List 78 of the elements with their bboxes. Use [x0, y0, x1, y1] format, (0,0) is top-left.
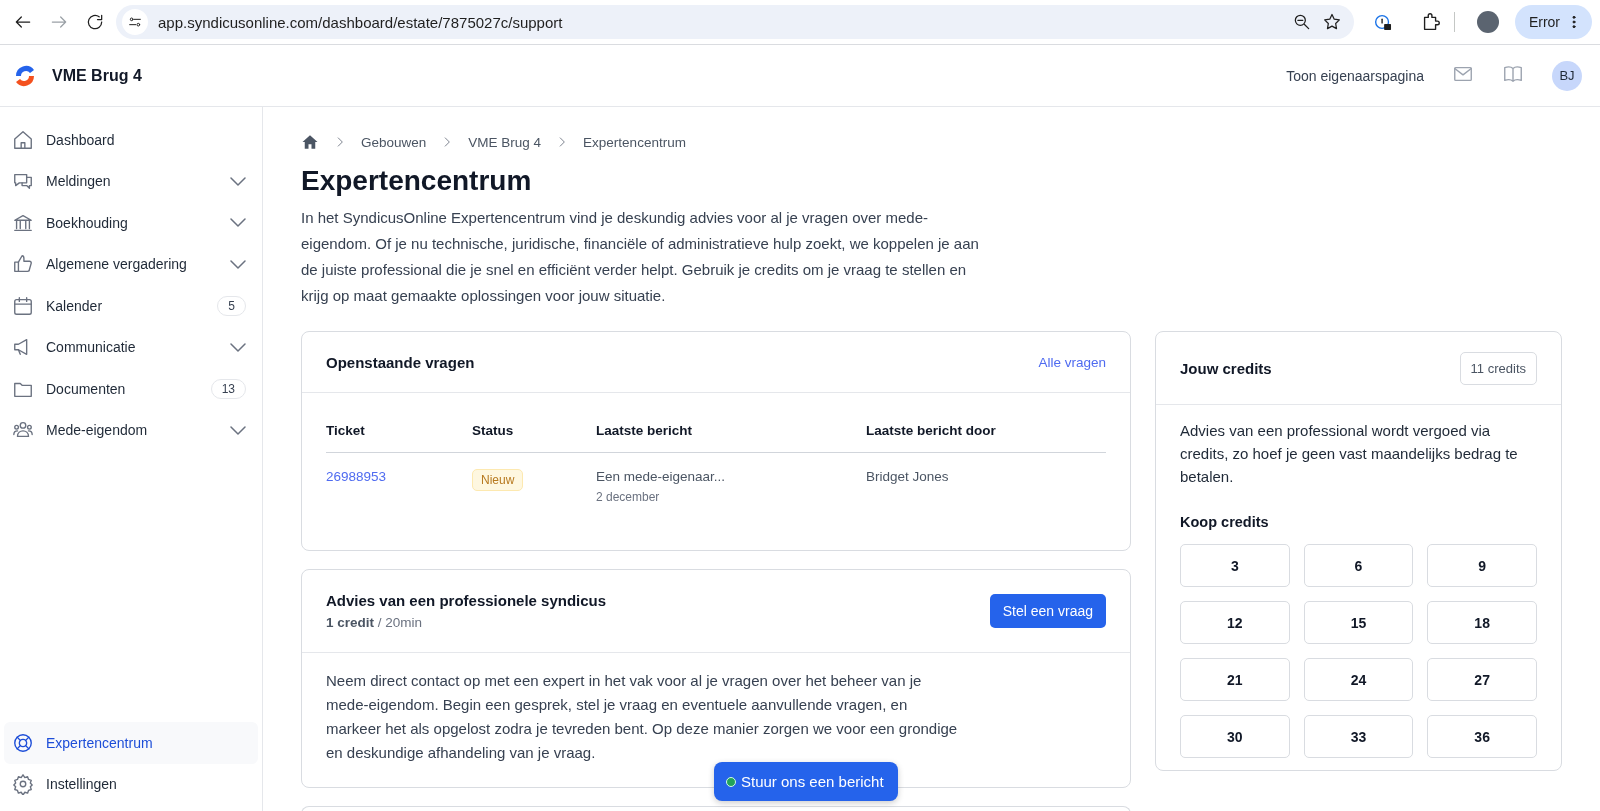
last-message-text: Een mede-eigenaar... [596, 469, 727, 484]
advice-description: Neem direct contact op met een expert in het vak voor al je vragen over het beheer van je mede-eigendom. Begin een gesprek, stel je vraag en eventuele aanvullende vragen, en markeer het als opgelost zodra je tevreden bent. Op deze manier zorgen we voor een grondige en deskundige afhandeling van je vraag. [326, 671, 959, 763]
price-text: 1 credit / 20min [326, 615, 424, 630]
sidebar-label: Meldingen [46, 173, 112, 190]
sidebar-label: Mede-eigendom [46, 422, 149, 439]
site-settings-icon [127, 14, 143, 30]
profile-photo-placeholder[interactable] [1476, 11, 1499, 33]
sidebar-item[interactable]: Algemene vergadering [4, 243, 258, 285]
sidebar-item[interactable]: Boekhouding [4, 202, 258, 244]
owner-page-link[interactable]: Toon eigenaarspagina [1286, 67, 1424, 84]
sidebar-item[interactable]: Documenten 13 [4, 368, 258, 410]
intro-paragraph: In het SyndicusOnline Expertencentrum vind je deskundig advies voor al je vragen over mede-eigendom. Of je nu technische, juridische, financiële of administratieve hulp zoekt, we koppelen je aan de juiste professional die je snel en efficiënt verder helpt. Gebruik je credits om je vraag te stellen en krijg op maat gemaakte oplossingen voor jouw situatie. [301, 208, 980, 306]
home-icon [12, 128, 34, 151]
credit-balance: 11 credits [1459, 351, 1537, 385]
lifebuoy-icon [12, 731, 34, 754]
sidebar-label: Communicatie [46, 339, 137, 356]
gear-icon [12, 773, 34, 796]
breadcrumb-link[interactable]: VME Brug 4 [468, 134, 542, 150]
address-bar[interactable]: app.syndicusonline.com/dashboard/estate/7875027c/support [116, 5, 1354, 39]
sidebar-label: Expertencentrum [46, 734, 154, 751]
page-title: Expertencentrum [301, 165, 533, 197]
sidebar-label: Instellingen [46, 776, 118, 793]
column-header: Laatste bericht door [866, 415, 1106, 453]
url-text: app.syndicusonline.com/dashboard/estate/7875027c/support [158, 13, 564, 31]
credit-option-button[interactable]: 6 [1303, 544, 1414, 587]
ticket-link[interactable]: 26988953 [326, 469, 387, 484]
credit-option-button[interactable]: 3 [1180, 544, 1290, 587]
sidebar-item[interactable]: Expertencentrum [4, 722, 258, 764]
credit-option-button[interactable]: 12 [1180, 601, 1290, 644]
profile-button[interactable]: Error [1514, 5, 1592, 39]
all-questions-link[interactable]: Alle vragen [1038, 354, 1106, 370]
reload-icon [85, 12, 105, 32]
sidebar-label: Boekhouding [46, 214, 129, 231]
star-icon [1321, 12, 1342, 32]
sidebar-label: Documenten [46, 380, 127, 397]
sidebar-item[interactable]: Dashboard [4, 119, 258, 161]
estate-title: VME Brug 4 [52, 66, 143, 85]
card-title: Advies van een professionele syndicus [326, 592, 607, 609]
ask-question-button[interactable]: Stel een vraag [989, 594, 1106, 628]
credit-option-button[interactable]: 24 [1303, 658, 1414, 701]
sidebar-item[interactable]: Mede-eigendom [4, 409, 258, 451]
credit-option-button[interactable]: 33 [1303, 715, 1414, 758]
credit-option-button[interactable]: 18 [1427, 601, 1537, 644]
buy-credits-heading: Koop credits [1180, 514, 1270, 530]
sidebar-item[interactable]: Meldingen [4, 160, 258, 202]
table-cell: Bridget Jones [866, 452, 1106, 520]
user-avatar[interactable]: BJ [1552, 60, 1582, 91]
chevron-down-icon[interactable] [230, 176, 246, 186]
credit-option-button[interactable]: 36 [1427, 715, 1537, 758]
sidebar-item[interactable]: Kalender 5 [4, 285, 258, 327]
online-dot-icon [726, 776, 736, 787]
column-header: Status [472, 415, 596, 453]
card-title: Jouw credits [1180, 359, 1272, 377]
breadcrumb-link[interactable]: Gebouwen [361, 134, 427, 150]
breadcrumb-link[interactable]: Expertencentrum [583, 134, 686, 150]
sidebar-item[interactable]: Communicatie [4, 326, 258, 368]
chevron-down-icon[interactable] [230, 342, 246, 352]
column-header: Ticket [326, 415, 472, 453]
sidebar-label: Kalender [46, 297, 104, 314]
status-badge: Nieuw [472, 469, 524, 491]
credit-option-button[interactable]: 9 [1427, 544, 1537, 587]
sidebar-label: Algemene vergadering [46, 256, 188, 273]
chevron-down-icon[interactable] [230, 218, 246, 228]
sidebar-label: Dashboard [46, 131, 116, 148]
credit-option-button[interactable]: 30 [1180, 715, 1290, 758]
credits-description: Advies van een professional wordt vergoed via credits, zo hoef je geen vast maandelijks bedrag te betalen. [1180, 421, 1519, 487]
credit-option-button[interactable]: 27 [1427, 658, 1537, 701]
credit-option-button[interactable]: 21 [1180, 658, 1290, 701]
chat-button[interactable]: Stuur ons een bericht [714, 762, 898, 801]
sidebar-item[interactable]: Instellingen [4, 763, 258, 805]
credit-option-button[interactable]: 15 [1303, 601, 1414, 644]
card-title: Openstaande vragen [326, 353, 475, 371]
calendar-icon [12, 294, 34, 317]
message-date: 2 december [596, 490, 661, 504]
chevron-down-icon[interactable] [230, 425, 246, 435]
column-header: Laatste bericht [596, 415, 866, 453]
chevron-down-icon[interactable] [230, 259, 246, 269]
home-icon[interactable] [301, 133, 319, 151]
